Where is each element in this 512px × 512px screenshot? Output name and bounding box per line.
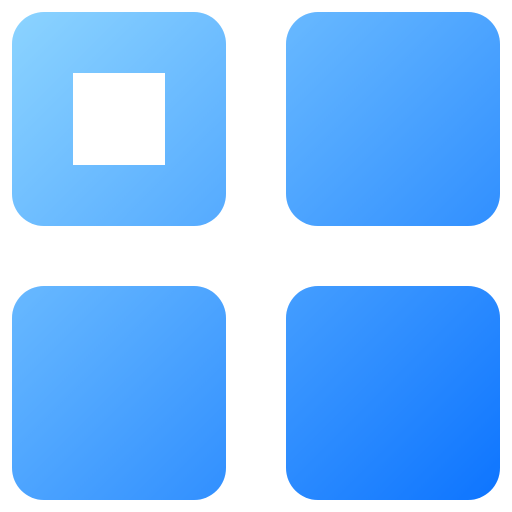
app-grid-icon xyxy=(0,0,512,512)
tile-top-right xyxy=(286,12,500,226)
app-grid-svg xyxy=(12,12,500,500)
tile-bottom-left xyxy=(12,286,226,500)
tile-bottom-right xyxy=(286,286,500,500)
selection-mark-square xyxy=(73,73,165,165)
